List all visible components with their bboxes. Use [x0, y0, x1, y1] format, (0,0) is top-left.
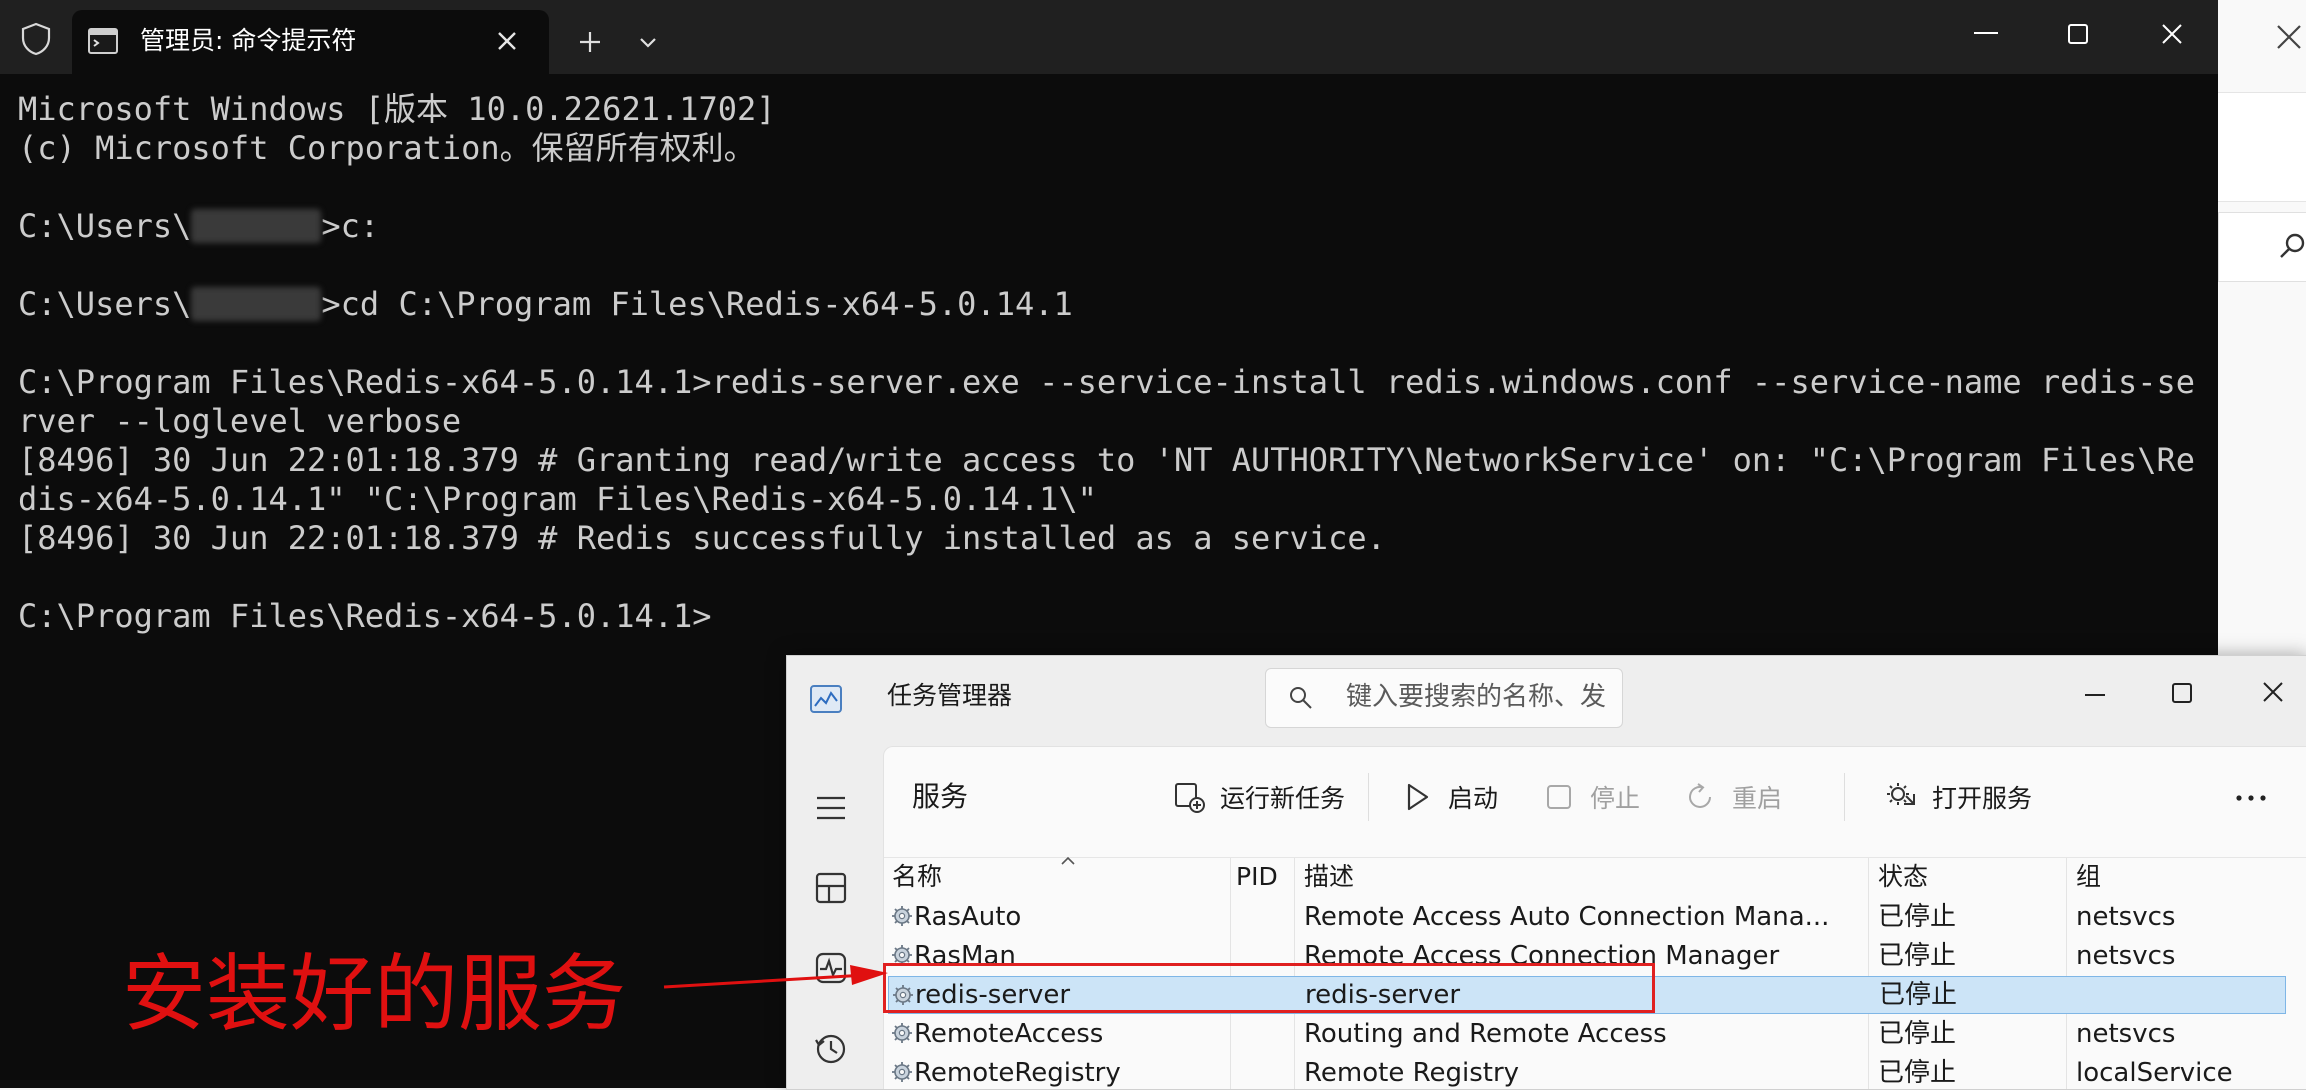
task-manager-window: 任务管理器 服务 运行新任务 启动 停止 重启 — [786, 655, 2306, 1090]
play-icon — [1407, 783, 1429, 811]
chevron-down-icon[interactable] — [630, 26, 666, 58]
cmd-icon — [88, 28, 118, 54]
restart-icon — [1689, 783, 1711, 808]
navigation-rail — [787, 736, 875, 1089]
terminal-tab-bar: 管理员: 命令提示符 — [0, 0, 2218, 74]
table-row[interactable]: RasAuto Remote Access Auto Connection Ma… — [884, 898, 2306, 936]
service-group: localService — [2076, 1058, 2233, 1088]
search-icon — [2280, 233, 2305, 258]
window-title: 任务管理器 — [887, 681, 1013, 710]
background-panel — [2218, 92, 2306, 202]
service-name: RasAuto — [914, 902, 1022, 932]
column-header-description[interactable]: 描述 — [1304, 860, 1354, 894]
annotation-arrow-icon — [663, 965, 888, 989]
redacted-username — [191, 209, 322, 243]
command-text: >cd C:\Program Files\Redis-x64-5.0.14.1 — [321, 285, 1073, 323]
stop-label: 停止 — [1590, 784, 1641, 813]
service-description: Remote Access Auto Connection Mana... — [1304, 902, 1830, 932]
service-gear-icon — [892, 906, 912, 926]
terminal-tab-title: 管理员: 命令提示符 — [140, 26, 357, 55]
stop-button[interactable]: 停止 — [1542, 767, 1640, 827]
stop-icon — [1547, 785, 1571, 809]
terminal-line: C:\Program Files\Redis-x64-5.0.14.1>redi… — [18, 363, 2196, 401]
column-header-status[interactable]: 状态 — [1878, 860, 1928, 894]
column-header-name[interactable]: 名称 — [892, 860, 942, 894]
service-description: Remote Registry — [1304, 1058, 1520, 1088]
service-status: 已停止 — [1879, 980, 1958, 1010]
terminal-line: C:\Users\ >cd C:\Program Files\Redis-x64-… — [18, 285, 1073, 324]
service-gear-icon — [892, 1062, 912, 1082]
service-name: RemoteAccess — [914, 1019, 1104, 1049]
column-header-group[interactable]: 组 — [2076, 860, 2101, 894]
terminal-tab[interactable]: 管理员: 命令提示符 — [72, 10, 549, 74]
restart-label: 重启 — [1732, 784, 1783, 813]
prompt-text: C:\Users\ — [18, 285, 192, 323]
terminal-line: [8496] 30 Jun 22:01:18.379 # Redis succe… — [18, 519, 1386, 557]
annotation-label: 安装好的服务 — [122, 945, 627, 1043]
terminal-line: [8496] 30 Jun 22:01:18.379 # Granting re… — [18, 441, 2196, 479]
toolbar-separator — [1844, 773, 1845, 821]
open-services-icon — [1887, 783, 1915, 805]
hamburger-menu-icon[interactable] — [811, 788, 851, 828]
minimize-icon[interactable] — [2077, 680, 2113, 710]
page-title: 服务 — [912, 780, 969, 813]
task-manager-icon — [810, 685, 842, 713]
toolbar-separator — [1368, 773, 1369, 821]
run-new-task-icon — [1175, 783, 1205, 813]
table-row[interactable]: RemoteAccess Routing and Remote Access 已… — [884, 1015, 2306, 1053]
service-status: 已停止 — [1878, 1058, 1957, 1088]
minimize-icon[interactable] — [1966, 18, 2006, 48]
shield-icon — [21, 22, 51, 56]
sort-ascending-icon[interactable] — [1060, 856, 1076, 866]
maximize-icon[interactable] — [2165, 676, 2199, 710]
service-group: netsvcs — [2076, 902, 2176, 932]
service-status: 已停止 — [1878, 902, 1957, 932]
terminal-line: C:\Program Files\Redis-x64-5.0.14.1> — [18, 597, 712, 635]
more-options-icon[interactable] — [2224, 773, 2278, 823]
plus-icon[interactable] — [570, 24, 610, 60]
search-box[interactable] — [1265, 668, 1623, 728]
redacted-username — [191, 287, 322, 321]
service-name: RemoteRegistry — [914, 1058, 1121, 1088]
service-status: 已停止 — [1878, 1019, 1957, 1049]
column-header-pid[interactable]: PID — [1236, 860, 1278, 894]
start-button[interactable]: 启动 — [1400, 767, 1498, 827]
open-services-label: 打开服务 — [1932, 784, 2033, 813]
service-description: Routing and Remote Access — [1304, 1019, 1667, 1049]
service-group: netsvcs — [2076, 941, 2176, 971]
service-status: 已停止 — [1878, 941, 1957, 971]
restart-button[interactable]: 重启 — [1684, 767, 1782, 827]
terminal-line: rver --loglevel verbose — [18, 402, 462, 440]
maximize-icon[interactable] — [2060, 16, 2096, 52]
services-page: 服务 运行新任务 启动 停止 重启 打开服务 名称 PID 描述 状态 组 Ra… — [883, 746, 2306, 1089]
history-icon[interactable] — [811, 1028, 851, 1068]
terminal-line: (c) Microsoft Corporation。保留所有权利。 — [18, 129, 756, 167]
close-icon[interactable] — [492, 26, 522, 56]
terminal-line: C:\Users\ >c: — [18, 207, 379, 246]
close-icon[interactable] — [2272, 20, 2306, 54]
run-new-task-label: 运行新任务 — [1220, 784, 1346, 813]
open-services-button[interactable]: 打开服务 — [1884, 767, 2032, 827]
search-icon — [1290, 687, 1312, 709]
close-icon[interactable] — [2152, 14, 2192, 54]
table-row[interactable]: RemoteRegistry Remote Registry 已停止 local… — [884, 1054, 2306, 1089]
close-icon[interactable] — [2253, 672, 2293, 712]
command-text: >c: — [321, 207, 380, 245]
service-group: netsvcs — [2076, 1019, 2176, 1049]
start-label: 启动 — [1448, 784, 1499, 813]
run-new-task-button[interactable]: 运行新任务 — [1172, 767, 1345, 827]
prompt-text: C:\Users\ — [18, 207, 192, 245]
processes-icon[interactable] — [811, 868, 851, 908]
terminal-line: Microsoft Windows [版本 10.0.22621.1702] — [18, 90, 776, 128]
search-input[interactable] — [1346, 677, 1606, 717]
terminal-line: dis-x64-5.0.14.1" "C:\Program Files\Redi… — [18, 480, 1097, 518]
service-gear-icon — [892, 1023, 912, 1043]
highlight-box — [883, 963, 1655, 1013]
